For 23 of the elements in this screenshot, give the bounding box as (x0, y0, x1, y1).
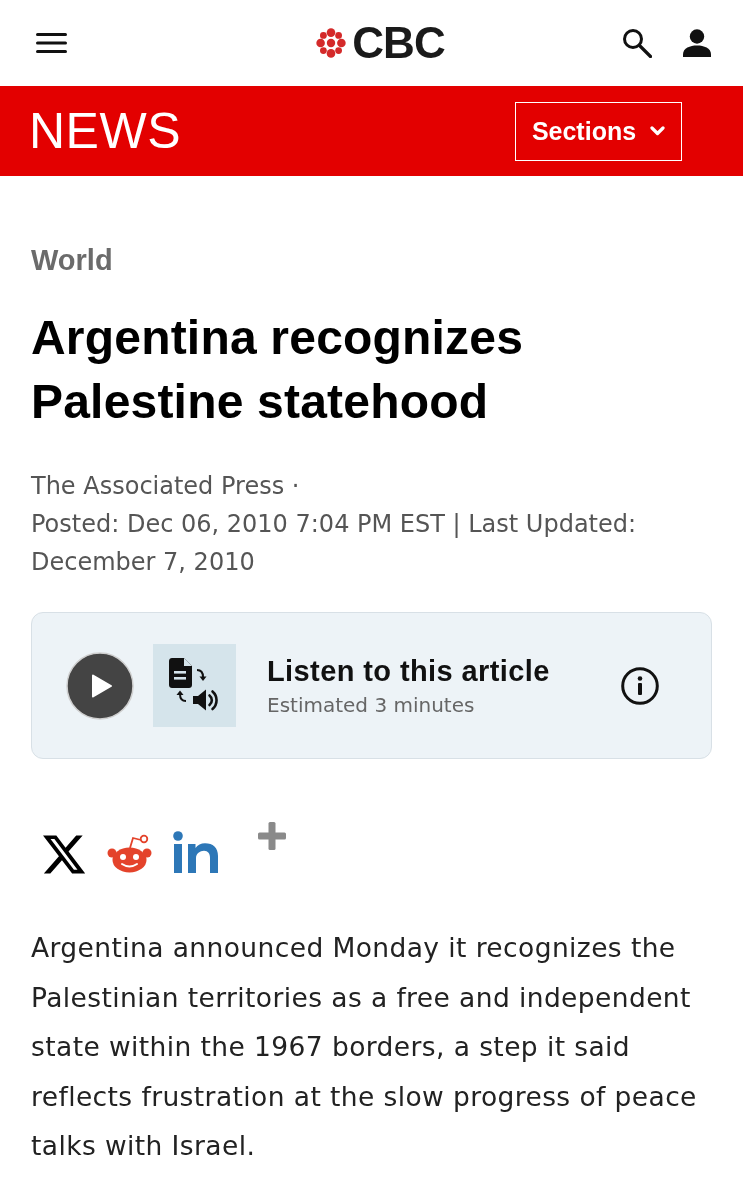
listen-title: Listen to this article (267, 653, 551, 689)
x-logo-icon[interactable] (43, 835, 85, 874)
chevron-down-icon (650, 126, 666, 136)
sections-button[interactable]: Sections (515, 101, 682, 161)
reddit-logo-icon[interactable] (107, 833, 152, 873)
publish-date-text: Posted: Dec 06, 2010 7:04 PM EST | Last Updated: December 7, 2010 (31, 509, 638, 578)
info-icon[interactable] (621, 666, 659, 705)
logo-icon (316, 28, 347, 58)
duration-text: Estimated 3 minutes (267, 691, 476, 719)
text-to-speech-icon (153, 644, 236, 727)
article-headline: Argentina recognizes Palestine statehood (31, 310, 525, 430)
play-button[interactable] (66, 651, 134, 720)
category-link[interactable]: World (31, 243, 113, 277)
plus-icon[interactable] (258, 822, 286, 850)
home-logo-link[interactable]: CBC (316, 21, 445, 65)
article-paragraph: Argentina announced Monday it recognizes the Palestinian territories as a free and independent state within the 1967 borders, a step it said reflects frustration at the slow progress of peace talks with Israel. (31, 931, 698, 1163)
search-icon[interactable] (622, 28, 652, 58)
byline-text: The Associated Press · (31, 471, 301, 502)
linkedin-logo-icon[interactable] (173, 831, 218, 873)
section-title: NEWS (29, 106, 181, 156)
menu-icon[interactable] (36, 33, 67, 53)
play-icon (92, 674, 112, 697)
user-icon[interactable] (683, 29, 711, 57)
